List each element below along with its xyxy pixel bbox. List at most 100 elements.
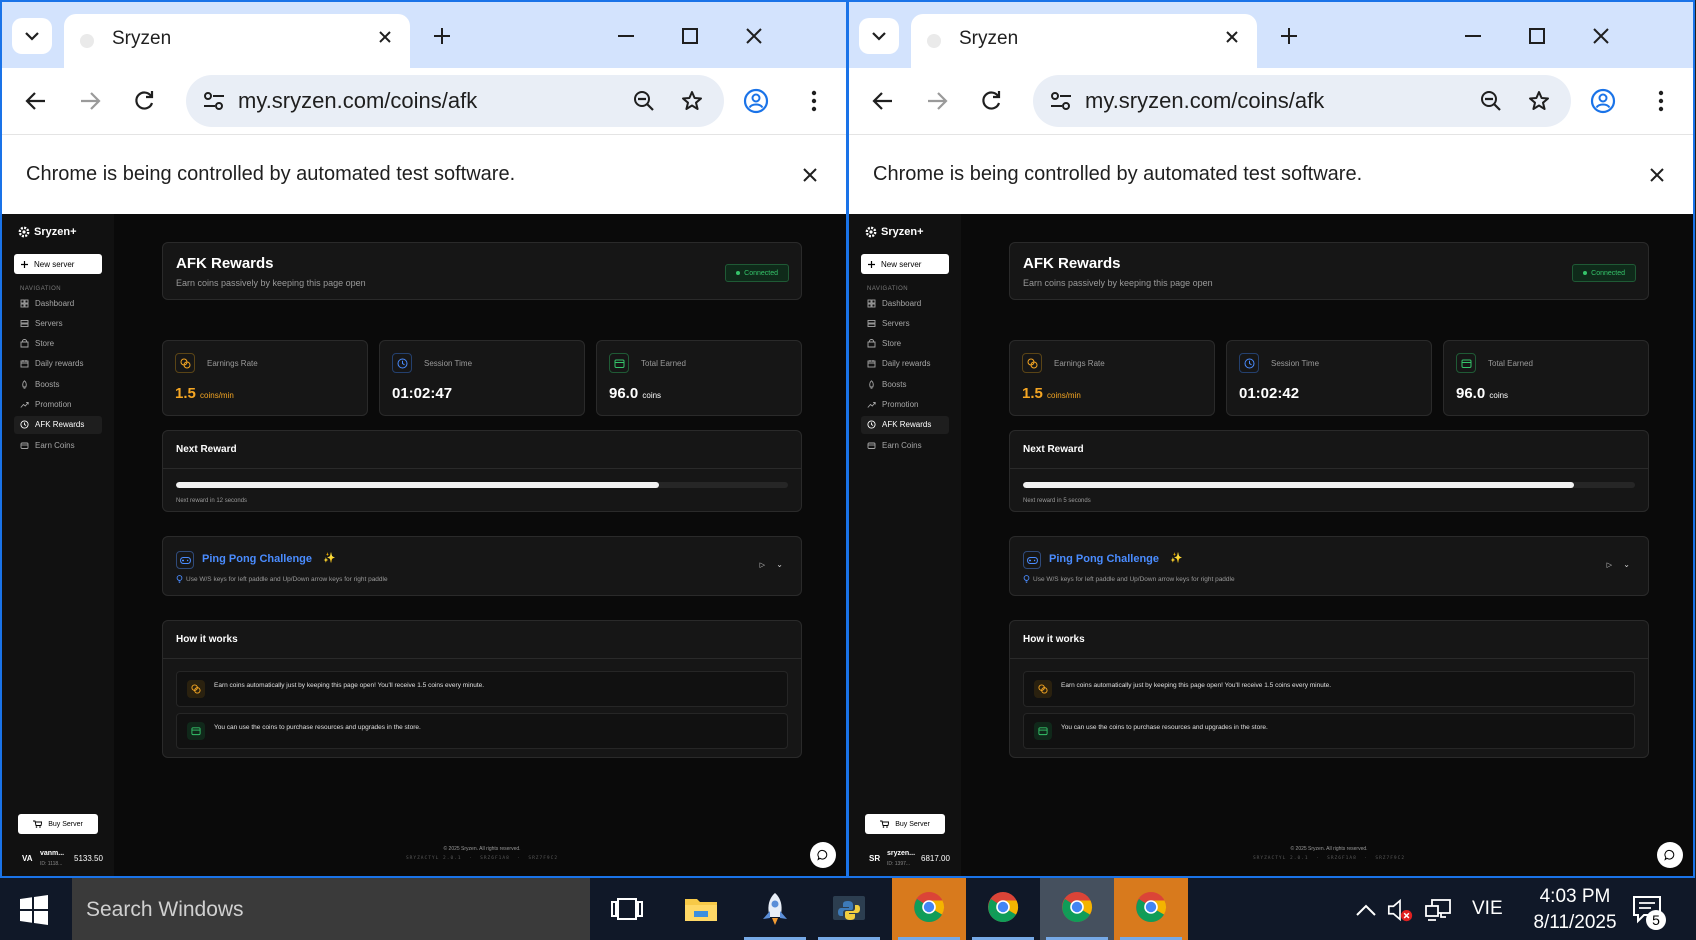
bookmark-button[interactable] [672,81,712,121]
sidebar-item-afk-rewards[interactable]: AFK Rewards [14,415,102,434]
tab-close-button[interactable] [1219,24,1245,50]
back-button[interactable] [863,81,903,121]
reload-button[interactable] [124,81,164,121]
close-icon [803,168,817,182]
forward-button[interactable] [70,81,110,121]
browser-tab[interactable]: Sryzen [911,14,1257,68]
network-icon [1425,899,1451,921]
window-close-button[interactable] [734,16,774,56]
back-button[interactable] [16,81,56,121]
maximize-button[interactable] [1517,16,1557,56]
reload-button[interactable] [971,81,1011,121]
user-profile[interactable]: VA vanm... ID: 1118... 5133.50 [20,848,110,872]
sidebar-item-servers[interactable]: Servers [861,314,949,332]
expand-chevron-icon[interactable]: ⌄ [776,560,783,569]
bookmark-button[interactable] [1519,81,1559,121]
window-close-button[interactable] [1581,16,1621,56]
task-view-button[interactable] [590,878,664,940]
chat-button[interactable] [810,842,836,868]
volume-muted-icon [1387,898,1413,922]
minimize-button[interactable] [1453,16,1493,56]
play-button[interactable]: ▷ [1607,561,1612,569]
windows-start-button[interactable] [16,892,52,928]
taskbar-search[interactable]: Search Windows [72,878,590,940]
new-tab-button[interactable] [424,18,460,54]
browser-menu-button[interactable] [1641,81,1681,121]
footer-versions: SRYZACTYL 2.0.1 · SRZ6F1A8 · SRZ7F9C2 [405,856,559,861]
user-profile[interactable]: SR sryzen... ID: 1397... 6817.00 [867,848,957,872]
sparkle-icon: ✨ [1170,553,1183,564]
new-server-button[interactable]: New server [861,254,949,274]
tab-search-button[interactable] [859,18,899,54]
next-reward-progress [1023,482,1635,488]
minimize-button[interactable] [606,16,646,56]
site-info-button[interactable] [1041,81,1081,121]
clock-time[interactable]: 4:03 PM [1528,886,1622,908]
windows-logo-icon [20,895,48,925]
profile-button[interactable] [1583,81,1623,121]
plus-icon [21,260,28,268]
ping-pong-card[interactable]: Ping Pong Challenge ✨ Use W/S keys for l… [162,536,802,596]
new-server-button[interactable]: New server [14,254,102,274]
file-explorer-button[interactable] [664,878,738,940]
sidebar-item-dashboard[interactable]: Dashboard [861,294,949,312]
chrome-taskbar-button-3[interactable] [1040,878,1114,940]
how-it-works-text: You can use the coins to purchase resour… [1061,724,1268,731]
automation-infobar: Chrome is being controlled by automated … [849,134,1693,214]
how-it-works-item: You can use the coins to purchase resour… [176,713,788,749]
buy-server-button[interactable]: Buy Server [865,814,945,834]
sidebar-item-dashboard[interactable]: Dashboard [14,294,102,312]
tab-close-button[interactable] [372,24,398,50]
infobar-close-button[interactable] [794,159,826,191]
address-bar[interactable]: my.sryzen.com/coins/afk [186,75,724,127]
forward-button[interactable] [917,81,957,121]
sidebar-item-servers[interactable]: Servers [14,314,102,332]
sidebar-item-boosts[interactable]: Boosts [861,375,949,393]
zoom-button[interactable] [624,81,664,121]
sidebar-item-earn-coins[interactable]: Earn Coins [14,436,102,454]
task-view-icon [611,898,643,920]
sidebar-item-store[interactable]: Store [861,335,949,353]
sidebar-item-boosts[interactable]: Boosts [14,375,102,393]
sidebar-item-label: Dashboard [882,298,922,308]
sidebar-item-promotion[interactable]: Promotion [14,396,102,414]
browser-menu-button[interactable] [794,81,834,121]
chrome-taskbar-button-1[interactable] [892,878,966,940]
python-button[interactable] [812,878,886,940]
buy-server-button[interactable]: Buy Server [18,814,98,834]
volume-button[interactable] [1386,896,1414,924]
clock-date[interactable]: 8/11/2025 [1522,912,1628,934]
desktop: Sryzen my.sryzen.com/coins/afk Chrome is… [0,0,1696,940]
show-hidden-icons-button[interactable] [1352,896,1380,924]
address-bar[interactable]: my.sryzen.com/coins/afk [1033,75,1571,127]
profile-button[interactable] [736,81,776,121]
zoom-button[interactable] [1471,81,1511,121]
language-indicator[interactable]: VIE [1472,898,1503,920]
play-button[interactable]: ▷ [760,561,765,569]
ping-pong-card[interactable]: Ping Pong Challenge ✨ Use W/S keys for l… [1009,536,1649,596]
infobar-close-button[interactable] [1641,159,1673,191]
tab-search-button[interactable] [12,18,52,54]
chrome-taskbar-button-2[interactable] [966,878,1040,940]
network-button[interactable] [1424,896,1452,924]
sidebar-item-store[interactable]: Store [14,335,102,353]
rocket-app-button[interactable] [738,878,812,940]
coins-icon [175,353,195,373]
site-info-button[interactable] [194,81,234,121]
chevron-up-icon [1356,904,1376,916]
browser-tab[interactable]: Sryzen [64,14,410,68]
sidebar-item-daily-rewards[interactable]: Daily rewards [861,355,949,373]
chat-button[interactable] [1657,842,1683,868]
chrome-taskbar-button-4[interactable] [1114,878,1188,940]
brand-logo[interactable]: Sryzen+ [865,226,924,238]
expand-chevron-icon[interactable]: ⌄ [1623,560,1630,569]
sidebar-item-earn-coins[interactable]: Earn Coins [861,436,949,454]
sidebar-item-promotion[interactable]: Promotion [861,396,949,414]
sidebar-item-afk-rewards[interactable]: AFK Rewards [861,415,949,434]
brand-logo[interactable]: Sryzen+ [18,226,77,238]
sidebar-item-label: AFK Rewards [882,420,932,430]
new-tab-button[interactable] [1271,18,1307,54]
sidebar-item-daily-rewards[interactable]: Daily rewards [14,355,102,373]
stat-label: Total Earned [641,359,686,368]
maximize-button[interactable] [670,16,710,56]
